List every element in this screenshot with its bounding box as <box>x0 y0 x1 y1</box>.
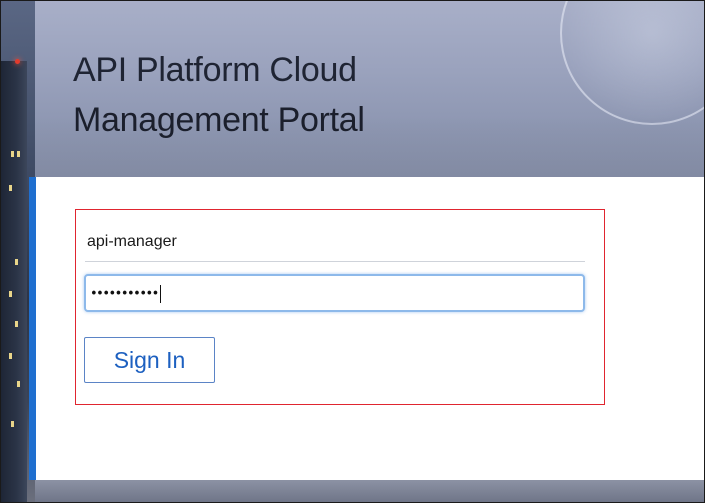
page-title: API Platform Cloud <box>73 51 357 89</box>
username-field[interactable]: api-manager <box>87 233 177 251</box>
portal-header: API Platform Cloud Management Portal <box>35 1 704 177</box>
password-value: ••••••••••• <box>90 285 161 303</box>
beacon-light <box>15 59 20 64</box>
sign-in-button[interactable]: Sign In <box>84 337 215 383</box>
password-field[interactable]: ••••••••••• <box>84 274 585 312</box>
username-underline <box>85 261 585 262</box>
page-subtitle: Management Portal <box>73 101 365 139</box>
login-window: API Platform Cloud Management Portal api… <box>0 0 705 503</box>
text-cursor <box>159 285 161 303</box>
footer-band <box>35 480 704 502</box>
building-image <box>1 61 27 502</box>
accent-bar <box>29 177 36 480</box>
header-decoration <box>560 1 704 125</box>
